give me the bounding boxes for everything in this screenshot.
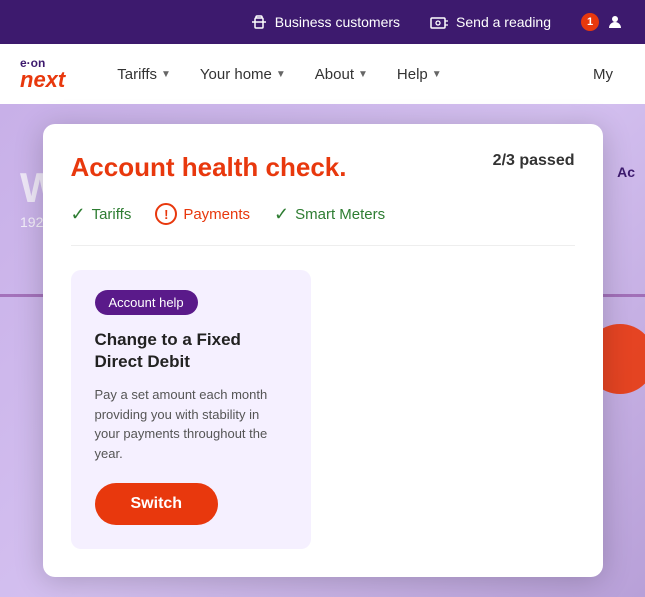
nav-about[interactable]: About ▼	[303, 58, 380, 91]
business-customers-label: Business customers	[275, 14, 400, 30]
nav-your-home[interactable]: Your home ▼	[188, 58, 298, 91]
check-smart-meters: ✓ Smart Meters	[274, 204, 385, 225]
send-reading-label: Send a reading	[456, 14, 551, 30]
person-icon	[605, 12, 625, 32]
chevron-down-icon: ▼	[161, 69, 171, 80]
notification-area[interactable]: 1	[581, 12, 625, 32]
card-title: Change to a Fixed Direct Debit	[95, 329, 287, 373]
main-nav: e·on next Tariffs ▼ Your home ▼ About ▼ …	[0, 44, 645, 104]
health-check-header: Account health check. 2/3 passed	[71, 152, 575, 183]
account-help-card: Account help Change to a Fixed Direct De…	[71, 270, 311, 549]
check-ok-icon-2: ✓	[274, 204, 289, 225]
meter-icon	[430, 12, 450, 32]
check-tariffs-label: Tariffs	[92, 206, 132, 223]
chevron-down-icon: ▼	[432, 69, 442, 80]
switch-button[interactable]: Switch	[95, 483, 219, 525]
logo-next: next	[20, 69, 65, 91]
health-check-title: Account health check.	[71, 152, 347, 183]
checks-row: ✓ Tariffs ! Payments ✓ Smart Meters	[71, 203, 575, 246]
business-customers-link[interactable]: Business customers	[249, 12, 400, 32]
notification-badge: 1	[581, 13, 599, 31]
send-reading-link[interactable]: Send a reading	[430, 12, 551, 32]
check-tariffs: ✓ Tariffs	[71, 204, 132, 225]
check-payments: ! Payments	[155, 203, 250, 225]
account-help-tag: Account help	[95, 290, 198, 315]
modal-overlay: Account health check. 2/3 passed ✓ Tarif…	[0, 104, 645, 597]
check-payments-label: Payments	[183, 206, 250, 223]
passed-badge: 2/3 passed	[493, 152, 575, 170]
nav-tariffs[interactable]: Tariffs ▼	[105, 58, 183, 91]
nav-help[interactable]: Help ▼	[385, 58, 454, 91]
health-check-card: Account health check. 2/3 passed ✓ Tarif…	[43, 124, 603, 577]
briefcase-icon	[249, 12, 269, 32]
check-smart-meters-label: Smart Meters	[295, 206, 385, 223]
card-description: Pay a set amount each month providing yo…	[95, 385, 287, 463]
nav-my[interactable]: My	[581, 58, 625, 91]
nav-items: Tariffs ▼ Your home ▼ About ▼ Help ▼ My	[105, 58, 625, 91]
chevron-down-icon: ▼	[276, 69, 286, 80]
check-ok-icon: ✓	[71, 204, 86, 225]
chevron-down-icon: ▼	[358, 69, 368, 80]
logo[interactable]: e·on next	[20, 57, 65, 91]
warning-icon: !	[155, 203, 177, 225]
top-bar: Business customers Send a reading 1	[0, 0, 645, 44]
